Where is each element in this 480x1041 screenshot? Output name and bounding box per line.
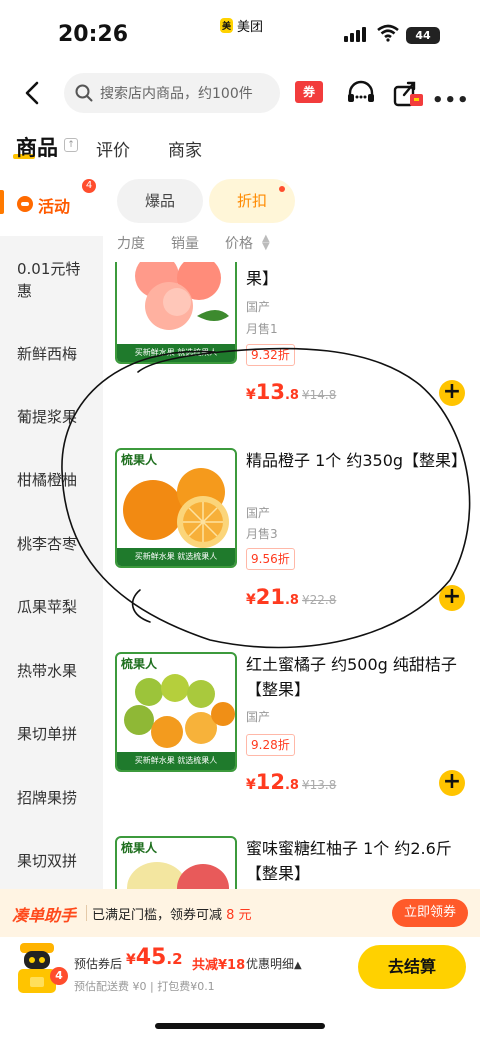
tab-goods[interactable]: 商品 bbox=[16, 132, 58, 162]
product-sales: 月售1 bbox=[246, 322, 278, 336]
pomelo-image bbox=[127, 862, 229, 889]
home-indicator bbox=[155, 1023, 325, 1029]
search-placeholder: 搜索店内商品，约100件 bbox=[100, 86, 253, 102]
more-icon[interactable]: ••• bbox=[432, 90, 470, 111]
product-price: ¥13.8 bbox=[246, 380, 299, 404]
activity-icon bbox=[17, 196, 33, 212]
tab-reviews[interactable]: 评价 bbox=[96, 136, 130, 161]
customer-service-icon[interactable] bbox=[346, 80, 376, 108]
discount-badge: 9.32折 bbox=[246, 344, 295, 366]
product-name: 红土蜜橘子 约500g 纯甜桔子【整果】 bbox=[246, 655, 457, 699]
product-card[interactable]: 梳果人 买新鲜水果 就选梳果人 红土蜜橘子 约500g 纯甜桔子【整果】 国产 … bbox=[103, 652, 480, 852]
sort-row: 力度 销量 价格 ▲ ▼ bbox=[103, 233, 480, 255]
category-sidebar: 活动 4 0.01元特惠 新鲜西梅 葡提浆果 柑橘橙柚 桃李杏枣 瓜果苹梨 热带… bbox=[0, 170, 103, 890]
pin-top-icon[interactable]: ↑ bbox=[64, 138, 78, 152]
original-price: ¥14.8 bbox=[302, 388, 337, 402]
discount-detail-link[interactable]: 优惠明细▲ bbox=[246, 955, 302, 972]
sidebar-item-stone-fruit[interactable]: 桃李杏枣 bbox=[0, 533, 103, 555]
product-card[interactable]: 买新鲜水果 就选梳果人 果】 国产 月售1 9.32折 ¥13.8 ¥14.8 … bbox=[103, 262, 480, 417]
divider bbox=[86, 905, 87, 921]
status-time: 20:26 bbox=[58, 22, 129, 47]
original-price: ¥13.8 bbox=[302, 778, 337, 792]
sidebar-item-signature-bowl[interactable]: 招牌果捞 bbox=[0, 787, 103, 809]
sidebar-item-melons-apples[interactable]: 瓜果苹梨 bbox=[0, 596, 103, 618]
assistant-logo: 凑单助手 bbox=[12, 906, 77, 925]
claim-coupon-button[interactable]: 立即领券 bbox=[392, 899, 468, 927]
tab-merchant[interactable]: 商家 bbox=[168, 136, 202, 161]
product-price: ¥21.8 bbox=[246, 585, 299, 609]
activity-badge: 4 bbox=[82, 179, 96, 193]
cellular-signal-icon bbox=[344, 27, 366, 42]
sidebar-item-grapes-berries[interactable]: 葡提浆果 bbox=[0, 406, 103, 428]
sort-arrows-icon[interactable]: ▲ ▼ bbox=[262, 234, 270, 252]
product-price: ¥12.8 bbox=[246, 770, 299, 794]
savings-text: 共减¥18 bbox=[192, 958, 246, 973]
wifi-icon bbox=[377, 24, 399, 42]
filter-chips: 爆品 折扣 bbox=[103, 170, 480, 230]
product-banner: 买新鲜水果 就选梳果人 bbox=[117, 344, 235, 362]
estimate-label: 预估券后 bbox=[74, 957, 123, 971]
app-name: 美团 bbox=[237, 20, 264, 35]
status-bar: 20:26 美 美团 44 bbox=[0, 0, 480, 70]
cart-bar: 4 预估券后 ¥45.2 共减¥18 优惠明细▲ 预估配送费 ¥0 | 打包费¥… bbox=[0, 937, 480, 1041]
product-card[interactable]: 梳果人 买新鲜水果 就选梳果人 精品橙子 1个 约350g【整果】 国产 月售3… bbox=[103, 448, 480, 648]
sort-sales[interactable]: 销量 bbox=[171, 233, 199, 253]
sidebar-item-cut-single[interactable]: 果切单拼 bbox=[0, 723, 103, 745]
cart-count-badge: 4 bbox=[50, 967, 68, 985]
product-name: 精品橙子 1个 约350g【整果】 bbox=[246, 451, 468, 470]
sidebar-item-label: 活动 bbox=[38, 197, 71, 216]
orange-image bbox=[123, 468, 229, 548]
sidebar-item-activity[interactable]: 活动 4 bbox=[0, 170, 103, 236]
sidebar-item-cut-double[interactable]: 果切双拼 bbox=[0, 850, 103, 872]
product-image[interactable]: 梳果人 bbox=[115, 836, 237, 889]
sidebar-item-tropical[interactable]: 热带水果 bbox=[0, 660, 103, 682]
discount-badge: 9.56折 bbox=[246, 548, 295, 570]
add-to-cart-button[interactable]: + bbox=[439, 585, 465, 611]
product-name: 果】 bbox=[246, 269, 279, 288]
app-indicator: 美 美团 bbox=[220, 16, 263, 35]
add-to-cart-button[interactable]: + bbox=[439, 380, 465, 406]
add-to-cart-button[interactable]: + bbox=[439, 770, 465, 796]
share-icon[interactable] bbox=[392, 78, 426, 110]
active-indicator bbox=[0, 190, 4, 214]
assistant-text: 已满足门槛，领券可减 8 元 bbox=[92, 908, 252, 923]
coupon-button[interactable]: 券 bbox=[295, 81, 323, 103]
order-assistant-bar: 凑单助手 已满足门槛，领券可减 8 元 立即领券 bbox=[0, 889, 480, 937]
chip-hot[interactable]: 爆品 bbox=[117, 179, 203, 223]
back-arrow-icon[interactable] bbox=[18, 78, 48, 108]
nav-bar: 搜索店内商品，约100件 券 ••• bbox=[0, 70, 480, 118]
product-name: 蜜味蜜糖红柚子 1个 约2.6斤【整果】 bbox=[246, 839, 452, 883]
product-origin: 国产 bbox=[246, 710, 271, 724]
chip-dot bbox=[279, 186, 285, 192]
original-price: ¥22.8 bbox=[302, 593, 337, 607]
checkout-button[interactable]: 去结算 bbox=[358, 945, 466, 989]
search-input[interactable]: 搜索店内商品，约100件 bbox=[64, 73, 280, 113]
battery-indicator: 44 bbox=[406, 27, 440, 44]
product-banner: 买新鲜水果 就选梳果人 bbox=[117, 548, 235, 566]
sort-strength[interactable]: 力度 bbox=[117, 233, 145, 253]
tab-bar: 商品 ↑ 评价 商家 bbox=[0, 126, 480, 170]
meituan-logo-icon: 美 bbox=[220, 18, 234, 33]
estimate-price: ¥45.2 bbox=[126, 945, 183, 970]
fees-text: 预估配送费 ¥0 | 打包费¥0.1 bbox=[74, 980, 215, 993]
product-image[interactable]: 梳果人 买新鲜水果 就选梳果人 bbox=[115, 652, 237, 772]
product-card[interactable]: 梳果人 蜜味蜜糖红柚子 1个 约2.6斤【整果】 bbox=[103, 836, 480, 889]
product-image[interactable]: 买新鲜水果 就选梳果人 bbox=[115, 262, 237, 364]
sidebar-item-citrus[interactable]: 柑橘橙柚 bbox=[0, 469, 103, 491]
discount-badge: 9.28折 bbox=[246, 734, 295, 756]
product-sales: 月售3 bbox=[246, 527, 278, 541]
sidebar-item-0-01-special[interactable]: 0.01元特惠 bbox=[0, 258, 90, 302]
tangerine-image bbox=[124, 674, 235, 748]
product-origin: 国产 bbox=[246, 506, 271, 520]
product-origin: 国产 bbox=[246, 300, 271, 314]
sidebar-item-fresh-prunes[interactable]: 新鲜西梅 bbox=[0, 343, 103, 365]
sort-price[interactable]: 价格 bbox=[225, 233, 253, 253]
chevron-up-icon: ▲ bbox=[294, 960, 302, 971]
peach-image bbox=[135, 262, 229, 330]
search-icon bbox=[75, 84, 93, 102]
product-image[interactable]: 梳果人 买新鲜水果 就选梳果人 bbox=[115, 448, 237, 568]
product-banner: 买新鲜水果 就选梳果人 bbox=[117, 752, 235, 770]
